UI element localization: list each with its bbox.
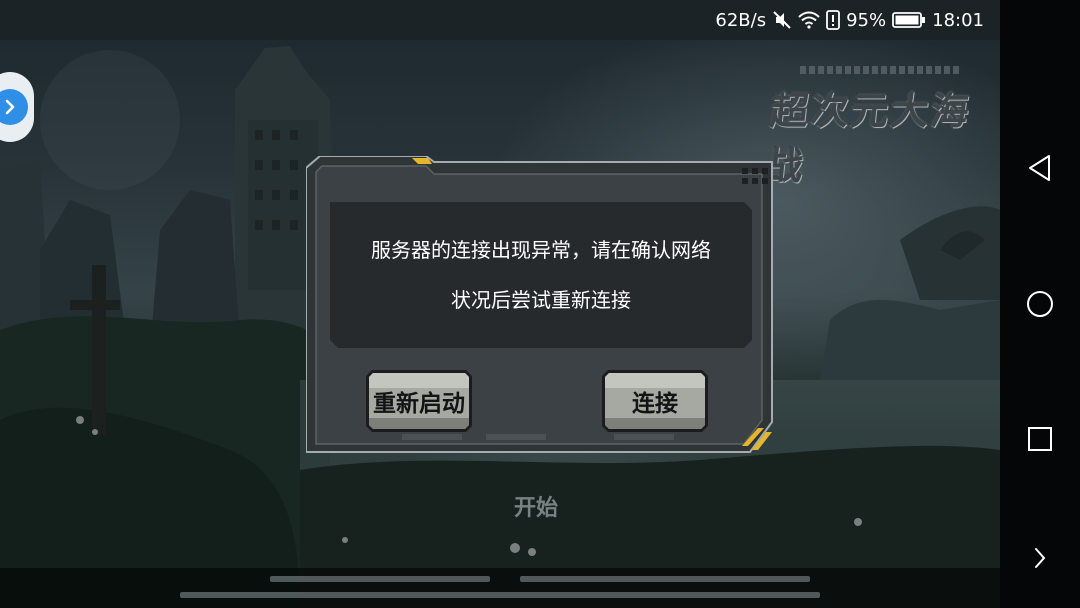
recents-icon[interactable] bbox=[1020, 419, 1060, 459]
game-title-text: 超次元大海战 bbox=[762, 89, 973, 188]
logo-decoration bbox=[800, 66, 960, 74]
status-indicators: 62B/s 95% 18:01 bbox=[715, 0, 984, 40]
game-title-logo: 超次元大海战 bbox=[760, 58, 1000, 188]
connect-button[interactable]: 连接 bbox=[602, 370, 708, 432]
message-panel: 服务器的连接出现异常，请在确认网络 状况后尝试重新连接 bbox=[330, 202, 752, 348]
connect-button-label: 连接 bbox=[632, 391, 678, 417]
screen: 超次元大海战 开始 62B/s 95% 18:01 服务器的连接出现异常，请在确… bbox=[0, 0, 1080, 608]
error-message-line: 服务器的连接出现异常，请在确认网络 bbox=[371, 238, 711, 262]
clock: 18:01 bbox=[932, 9, 984, 31]
battery-icon bbox=[892, 11, 926, 29]
navigation-bar bbox=[1000, 0, 1080, 608]
status-bar: 62B/s 95% 18:01 bbox=[0, 0, 1000, 40]
network-speed: 62B/s bbox=[715, 9, 767, 31]
start-button-label: 开始 bbox=[514, 496, 559, 521]
error-message: 服务器的连接出现异常，请在确认网络 状况后尝试重新连接 bbox=[330, 202, 752, 348]
restart-button[interactable]: 重新启动 bbox=[366, 370, 472, 432]
chevron-right-icon bbox=[0, 89, 28, 125]
notice-line bbox=[270, 576, 490, 582]
restart-button-label: 重新启动 bbox=[373, 391, 465, 417]
back-icon[interactable] bbox=[1020, 148, 1060, 188]
home-icon[interactable] bbox=[1020, 284, 1060, 324]
connection-error-dialog: 服务器的连接出现异常，请在确认网络 状况后尝试重新连接 重新启动 连接 bbox=[306, 156, 776, 454]
battery-percent: 95% bbox=[846, 9, 887, 31]
expand-icon[interactable] bbox=[1020, 538, 1060, 578]
alert-icon bbox=[826, 10, 841, 30]
wifi-icon bbox=[798, 11, 820, 29]
notice-line bbox=[180, 592, 820, 598]
bottom-notice-strip bbox=[0, 568, 1000, 608]
notice-line bbox=[520, 576, 810, 582]
error-message-line: 状况后尝试重新连接 bbox=[451, 288, 631, 312]
mute-icon bbox=[772, 10, 792, 30]
floating-assist-button[interactable] bbox=[0, 72, 34, 142]
